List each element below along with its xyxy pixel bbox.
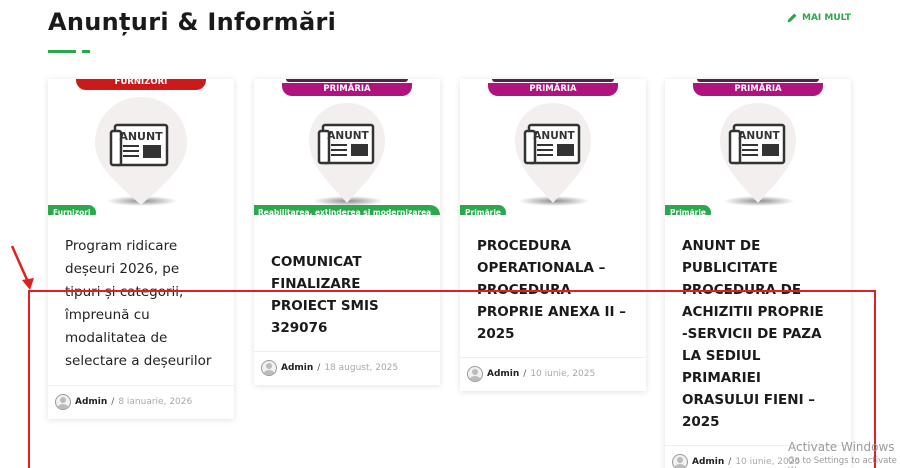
announcement-card[interactable]: PRIMĂRIA ANUNT Reabilitarea, extinderea …	[254, 79, 440, 385]
announcement-card[interactable]: PRIMĂRIA ANUNT Primărie ANUNT DE PUBLICI…	[665, 79, 851, 468]
more-link-label: MAI MULT	[802, 13, 852, 23]
post-date: 8 ianuarie, 2026	[118, 397, 193, 407]
author-link[interactable]: Admin	[487, 369, 519, 379]
pencil-icon	[787, 13, 797, 23]
announcement-card[interactable]: PRIMĂRIA ANUNT Primărie PROCEDURA OPERAT…	[460, 79, 646, 391]
title-underline-dot	[82, 50, 90, 53]
title-underline	[48, 50, 76, 53]
pin-label: ANUNT	[738, 130, 780, 142]
meta-separator: /	[728, 457, 732, 467]
meta-separator: /	[111, 397, 115, 407]
card-meta: Admin / 10 iunie, 2025	[460, 357, 646, 391]
card-image[interactable]: PRIMĂRIA ANUNT Primărie	[665, 79, 851, 215]
ribbon-rim	[286, 79, 408, 82]
watermark-title: Activate Windows	[788, 440, 895, 454]
post-date: 10 iunie, 2025	[530, 369, 596, 379]
card-image[interactable]: PRIMĂRIA ANUNT Primărie	[460, 79, 646, 215]
announcement-card[interactable]: FURNIZORI ANUNT Furnizori Program ridica…	[48, 79, 234, 419]
pin-label: ANUNT	[327, 130, 369, 142]
announcement-pin-icon: ANUNT	[515, 103, 591, 203]
section-title: Anunțuri & Informări	[48, 8, 337, 36]
watermark-subtitle: Go to Settings to activate W	[788, 456, 897, 468]
category-tag[interactable]: Furnizori	[48, 205, 96, 215]
card-image[interactable]: FURNIZORI ANUNT Furnizori	[48, 79, 234, 215]
author-link[interactable]: Admin	[281, 363, 313, 373]
ribbon-rim	[492, 79, 614, 82]
card-image[interactable]: PRIMĂRIA ANUNT Reabilitarea, extinderea …	[254, 79, 440, 215]
category-tag[interactable]: Reabilitarea, extinderea și modernizarea…	[254, 205, 440, 215]
card-title[interactable]: ANUNT DE PUBLICITATE PROCEDURA DE ACHIZI…	[682, 235, 834, 433]
author-link[interactable]: Admin	[75, 397, 107, 407]
more-link[interactable]: MAI MULT	[786, 12, 851, 24]
pin-label: ANUNT	[119, 130, 163, 143]
card-meta: Admin / 8 ianuarie, 2026	[48, 385, 234, 419]
card-title[interactable]: Program ridicare deșeuri 2026, pe tipuri…	[65, 235, 217, 373]
avatar	[672, 454, 688, 468]
pin-label: ANUNT	[533, 130, 575, 142]
card-meta: Admin / 18 august, 2025	[254, 351, 440, 385]
activate-windows-watermark: Activate Windows Go to Settings to activ…	[788, 440, 900, 468]
announcement-pin-icon: ANUNT	[309, 103, 385, 203]
annotation-arrow-icon	[10, 245, 34, 290]
avatar	[261, 360, 277, 376]
post-date: 18 august, 2025	[324, 363, 399, 373]
category-tag[interactable]: Primărie	[460, 205, 506, 215]
category-tag[interactable]: Primărie	[665, 205, 711, 215]
announcement-pin-icon: ANUNT	[95, 97, 187, 205]
card-title[interactable]: COMUNICAT FINALIZARE PROIECT SMIS 329076	[271, 251, 423, 339]
author-link[interactable]: Admin	[692, 457, 724, 467]
ribbon-rim	[697, 79, 819, 82]
meta-separator: /	[317, 363, 321, 373]
card-title[interactable]: PROCEDURA OPERATIONALA – PROCEDURA PROPR…	[477, 235, 629, 345]
meta-separator: /	[523, 369, 527, 379]
avatar	[55, 394, 71, 410]
announcement-pin-icon: ANUNT	[720, 103, 796, 203]
avatar	[467, 366, 483, 382]
card-ribbon: FURNIZORI	[76, 79, 206, 90]
